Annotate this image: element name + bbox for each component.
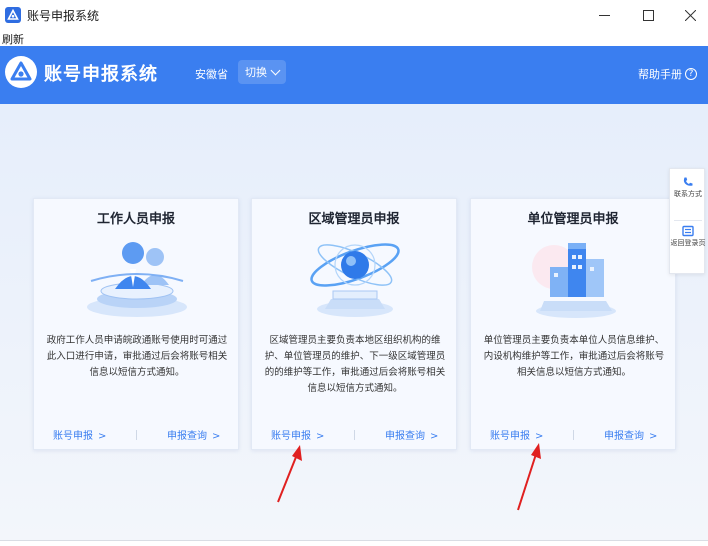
contact-button[interactable]: 联系方式 (670, 176, 706, 199)
account-apply-link[interactable]: 账号申报 > (490, 427, 543, 442)
chevron-right-icon: > (649, 431, 658, 442)
card-description: 区域管理员主要负责本地区组织机构的维护、单位管理员的维护、下一级区域管理员的的维… (264, 335, 446, 394)
card-footer: 账号申报 > 申报查询 > (471, 427, 675, 443)
maximize-icon[interactable] (626, 0, 670, 30)
window-bottom-edge (0, 540, 708, 546)
card-description: 政府工作人员申请皖政通账号使用时可通过此入口进行申请，审批通过后会将账号相关信息… (46, 335, 228, 378)
card-title: 单位管理员申报 (527, 212, 619, 227)
back-label: 返回登录页 (670, 239, 706, 247)
back-to-login-button[interactable]: 返回登录页 (670, 225, 706, 248)
chevron-right-icon: > (316, 431, 325, 442)
switch-label: 切换 (245, 66, 267, 79)
chevron-down-icon (270, 65, 281, 75)
application-query-link[interactable]: 申报查询 > (385, 427, 438, 442)
logo-icon (5, 56, 37, 88)
main-content: 工作人员申报 政府工作人员申请皖政通账号使用时可通过此入口进行申请，审批通过后会… (0, 104, 708, 540)
floating-side-panel: 联系方式 返回登录页 (669, 168, 706, 274)
menu-bar: 刷新 (0, 30, 708, 46)
minimize-icon[interactable] (582, 0, 626, 30)
chevron-right-icon: > (535, 431, 544, 442)
divider (354, 430, 355, 440)
link-label: 申报查询 (604, 431, 644, 442)
building-blocks-illustration (532, 243, 616, 318)
application-query-link[interactable]: 申报查询 > (167, 427, 220, 442)
system-title: 账号申报系统 (44, 64, 158, 85)
close-icon[interactable] (668, 0, 708, 30)
card-description: 单位管理员主要负责本单位人员信息维护、内设机构维护等工作，审批通过后会将账号相关… (483, 335, 665, 378)
help-label: 帮助手册 (638, 68, 682, 81)
card-footer: 账号申报 > 申报查询 > (252, 427, 456, 443)
app-header: 账号申报系统 安徽省 切换 帮助手册 ? (0, 46, 708, 104)
current-province: 安徽省 (195, 68, 228, 81)
chevron-right-icon: > (430, 431, 439, 442)
divider (136, 430, 137, 440)
switch-province-button[interactable]: 切换 (238, 60, 286, 84)
chevron-right-icon: > (98, 431, 107, 442)
question-icon: ? (685, 68, 697, 80)
window-titlebar: 账号申报系统 (0, 0, 708, 30)
divider (674, 220, 702, 221)
account-apply-link[interactable]: 账号申报 > (271, 427, 324, 442)
card-unit-admin-application: 单位管理员申报 单位管理员主要负责本单位人员信息维护、内设机构维护等工作，审批通… (470, 198, 676, 450)
link-label: 申报查询 (167, 431, 207, 442)
phone-icon (683, 177, 693, 186)
window-title: 账号申报系统 (27, 8, 100, 23)
card-staff-application: 工作人员申报 政府工作人员申请皖政通账号使用时可通过此入口进行申请，审批通过后会… (33, 198, 239, 450)
app-icon (5, 7, 21, 23)
refresh-menu-item[interactable]: 刷新 (2, 31, 24, 47)
link-label: 账号申报 (53, 431, 93, 442)
card-title: 区域管理员申报 (308, 212, 400, 227)
link-label: 申报查询 (385, 431, 425, 442)
globe-orbit-illustration (310, 243, 400, 317)
contact-label: 联系方式 (674, 190, 702, 198)
help-manual-link[interactable]: 帮助手册 ? (638, 66, 697, 82)
account-apply-link[interactable]: 账号申报 > (53, 427, 106, 442)
link-label: 账号申报 (490, 431, 530, 442)
card-footer: 账号申报 > 申报查询 > (34, 427, 238, 443)
chevron-right-icon: > (212, 431, 221, 442)
application-query-link[interactable]: 申报查询 > (604, 427, 657, 442)
staff-people-illustration (87, 242, 187, 317)
card-region-admin-application: 区域管理员申报 区域管理员主要负责本地区组织机构的维护、单位管理员的维护、下一级… (251, 198, 457, 450)
divider (573, 430, 574, 440)
card-title: 工作人员申报 (96, 212, 175, 227)
list-icon (682, 225, 694, 237)
link-label: 账号申报 (271, 431, 311, 442)
